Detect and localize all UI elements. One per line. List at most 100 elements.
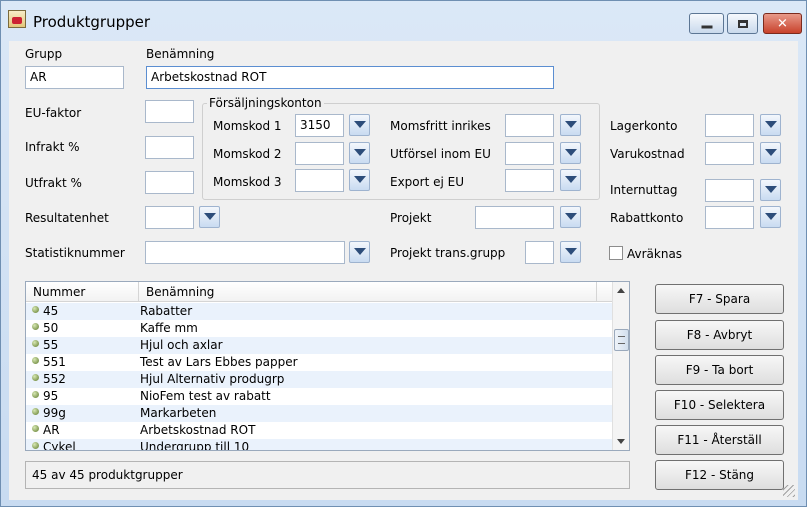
row-bullet-icon (32, 357, 39, 364)
grupp-label: Grupp (25, 47, 63, 61)
chevron-down-icon (765, 149, 777, 156)
chevron-down-icon (204, 213, 216, 220)
column-header-benamning[interactable]: Benämning (139, 282, 597, 302)
table-row[interactable]: 50 Kaffe mm (26, 320, 612, 337)
momsfritt-dropdown[interactable] (560, 114, 581, 136)
minimize-button[interactable] (689, 13, 724, 34)
stang-button[interactable]: F12 - Stäng (655, 460, 784, 490)
row-bullet-icon (32, 442, 39, 449)
utforsel-label: Utförsel inom EU (390, 147, 491, 161)
chevron-down-icon (565, 176, 577, 183)
resultatenhet-input[interactable] (145, 206, 194, 229)
momskod1-label: Momskod 1 (213, 119, 282, 133)
close-button[interactable]: ✕ (763, 13, 802, 34)
chevron-down-icon (354, 149, 366, 156)
table-row[interactable]: 95 NioFem test av rabatt (26, 388, 612, 405)
list-scrollbar[interactable] (612, 282, 629, 450)
momskod3-label: Momskod 3 (213, 175, 282, 189)
row-bullet-icon (32, 425, 39, 432)
produktgrupper-window: Produktgrupper ✕ Grupp AR Benämning Arbe… (0, 0, 807, 507)
momskod2-input[interactable] (295, 142, 344, 165)
scroll-thumb[interactable] (614, 329, 629, 351)
internuttag-dropdown[interactable] (760, 179, 781, 201)
chevron-down-icon (565, 121, 577, 128)
infrakt-input[interactable] (145, 136, 194, 159)
momskod2-label: Momskod 2 (213, 147, 282, 161)
eu-faktor-input[interactable] (145, 100, 194, 123)
table-row[interactable]: 55 Hjul och axlar (26, 337, 612, 354)
varukostnad-label: Varukostnad (610, 147, 685, 161)
ta-bort-button[interactable]: F9 - Ta bort (655, 355, 784, 385)
chevron-down-icon (354, 248, 366, 255)
chevron-down-icon (354, 121, 366, 128)
table-row[interactable]: 99g Markarbeten (26, 405, 612, 422)
chevron-down-icon (765, 121, 777, 128)
statistiknummer-label: Statistiknummer (25, 246, 125, 260)
column-header-spacer (597, 282, 612, 302)
list-rows: 45 Rabatter 50 Kaffe mm 55 Hjul och axlar 5… (26, 303, 612, 450)
utforsel-dropdown[interactable] (560, 142, 581, 164)
utfrakt-input[interactable] (145, 171, 194, 194)
momskod2-dropdown[interactable] (349, 142, 370, 164)
column-header-nummer[interactable]: Nummer (26, 282, 139, 302)
chevron-down-icon (565, 248, 577, 255)
lagerkonto-label: Lagerkonto (610, 119, 678, 133)
table-row[interactable]: Cykel Undergrupp till 10 (26, 439, 612, 450)
momskod1-input[interactable]: 3150 (295, 114, 344, 137)
chevron-down-icon (354, 176, 366, 183)
avraknas-checkbox[interactable] (609, 246, 623, 260)
projekt-trans-input[interactable] (525, 241, 554, 264)
avbryt-button[interactable]: F8 - Avbryt (655, 320, 784, 350)
momskod3-input[interactable] (295, 169, 344, 192)
scroll-down-icon[interactable] (613, 433, 630, 450)
table-row[interactable]: 551 Test av Lars Ebbes papper (26, 354, 612, 371)
momskod1-dropdown[interactable] (349, 114, 370, 136)
window-title: Produktgrupper (33, 13, 151, 31)
benamning-input[interactable]: Arbetskostnad ROT (146, 66, 554, 89)
app-icon (8, 10, 26, 28)
infrakt-label: Infrakt % (25, 140, 80, 154)
chevron-down-icon (765, 213, 777, 220)
table-row[interactable]: AR Arbetskostnad ROT (26, 422, 612, 439)
aterstall-button[interactable]: F11 - Återställ (655, 425, 784, 455)
export-input[interactable] (505, 169, 554, 192)
rabattkonto-dropdown[interactable] (760, 206, 781, 228)
lagerkonto-dropdown[interactable] (760, 114, 781, 136)
chevron-down-icon (565, 149, 577, 156)
produktgrupper-list[interactable]: Nummer Benämning 45 Rabatter 50 Kaffe mm 5… (25, 281, 630, 451)
momsfritt-input[interactable] (505, 114, 554, 137)
title-bar[interactable]: Produktgrupper ✕ (1, 1, 806, 35)
lagerkonto-input[interactable] (705, 114, 754, 137)
resize-grip-icon[interactable] (783, 485, 795, 497)
scroll-up-icon[interactable] (613, 282, 630, 299)
projekt-trans-dropdown[interactable] (560, 241, 581, 263)
utforsel-input[interactable] (505, 142, 554, 165)
row-bullet-icon (32, 408, 39, 415)
benamning-label: Benämning (146, 47, 215, 61)
internuttag-input[interactable] (705, 179, 754, 202)
close-icon: ✕ (777, 16, 788, 31)
rabattkonto-input[interactable] (705, 206, 754, 229)
row-bullet-icon (32, 391, 39, 398)
grupp-input[interactable]: AR (25, 66, 124, 89)
export-dropdown[interactable] (560, 169, 581, 191)
momsfritt-label: Momsfritt inrikes (390, 119, 491, 133)
forsaljningskonton-legend: Försäljningskonton (207, 96, 324, 110)
selektera-button[interactable]: F10 - Selektera (655, 390, 784, 420)
varukostnad-dropdown[interactable] (760, 142, 781, 164)
momskod3-dropdown[interactable] (349, 169, 370, 191)
maximize-button[interactable] (727, 13, 758, 34)
table-row[interactable]: 552 Hjul Alternativ produgrp (26, 371, 612, 388)
varukostnad-input[interactable] (705, 142, 754, 165)
statistiknummer-input[interactable] (145, 241, 345, 264)
resultatenhet-dropdown[interactable] (199, 206, 220, 228)
spara-button[interactable]: F7 - Spara (655, 284, 784, 314)
chevron-down-icon (565, 213, 577, 220)
table-row[interactable]: 45 Rabatter (26, 303, 612, 320)
statistiknummer-dropdown[interactable] (349, 241, 370, 263)
projekt-input[interactable] (475, 206, 554, 229)
projekt-dropdown[interactable] (560, 206, 581, 228)
chevron-down-icon (765, 186, 777, 193)
resultatenhet-label: Resultatenhet (25, 211, 109, 225)
export-label: Export ej EU (390, 175, 464, 189)
